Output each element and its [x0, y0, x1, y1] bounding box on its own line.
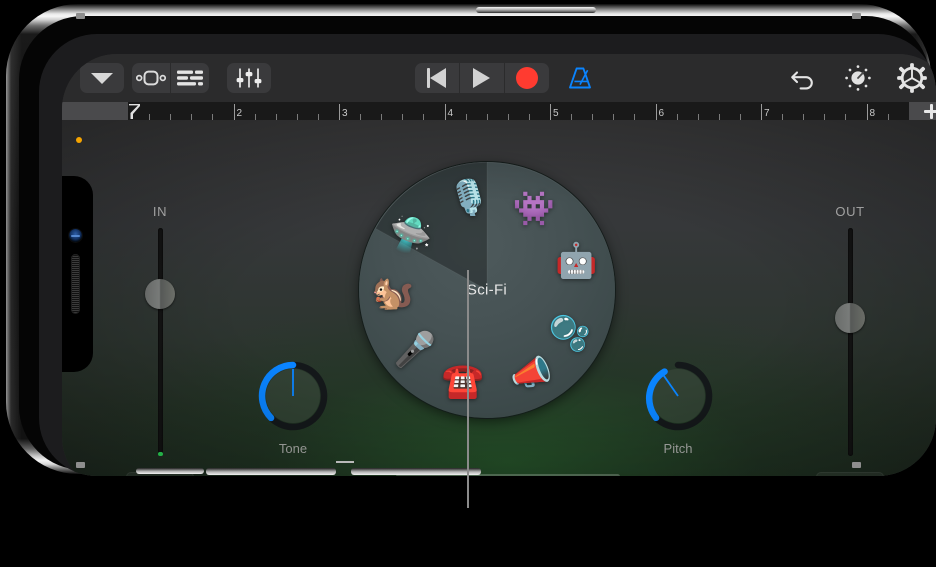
antenna-seam [852, 462, 861, 468]
ruler-left-pad [62, 102, 128, 120]
ruler-bar-label: 4 [447, 108, 454, 119]
app-workspace: IN Mic Channel [62, 120, 936, 476]
volume-up-button[interactable] [206, 468, 336, 475]
input-fader[interactable] [145, 228, 175, 456]
voice-wheel[interactable]: Sci-Fi 🛸 🎙️ 👾 🤖 🫧 📣 ☎️ 🎤 🐿️ [359, 162, 615, 418]
knob-dial-icon [845, 65, 871, 91]
callout-leader-stub [336, 461, 354, 463]
device-screen: 2 3 4 5 6 7 8 IN OUT Sci-Fi 🛸 🎙️ 👾 🤖 🫧 📣 ☎️ 🎤 … [62, 54, 936, 476]
voice-sci-fi[interactable]: 🛸 [388, 212, 434, 258]
power-button[interactable] [476, 7, 596, 13]
volume-down-button[interactable] [351, 468, 481, 475]
callout-leader-line [467, 270, 469, 508]
monitor-toggle-button[interactable]: Off [816, 472, 884, 476]
voice-chipmunk[interactable]: 🐿️ [370, 270, 416, 316]
ruler-track[interactable]: 2 3 4 5 6 7 8 [128, 102, 909, 120]
cycle-range-button[interactable] [132, 63, 170, 93]
sliders-icon [236, 68, 262, 88]
record-icon [515, 67, 538, 89]
earpiece-speaker [71, 254, 80, 314]
front-camera-icon [69, 229, 82, 242]
voice-monster[interactable]: 👾 [511, 186, 557, 232]
antenna-seam [852, 13, 861, 19]
ruler-bar-label: 8 [869, 108, 876, 119]
pitch-knob-label: Pitch [663, 441, 693, 456]
add-track-button[interactable] [909, 102, 936, 120]
input-level-meter [158, 452, 163, 456]
device-bezel: 2 3 4 5 6 7 8 IN OUT Sci-Fi 🛸 🎙️ 👾 🤖 🫧 📣 ☎️ 🎤 … [39, 34, 936, 476]
ruler-bar-label: 2 [236, 108, 243, 119]
playhead-marker[interactable] [128, 102, 140, 120]
output-fader-knob[interactable] [835, 303, 865, 334]
play-button[interactable] [460, 63, 504, 93]
antenna-seam [76, 462, 85, 468]
tone-knob[interactable] [257, 360, 329, 432]
fx-knob-button[interactable] [837, 61, 879, 95]
tone-knob-label: Tone [278, 441, 308, 456]
pitch-knob[interactable] [642, 360, 714, 432]
output-fader[interactable] [835, 228, 865, 456]
device-notch [62, 176, 93, 372]
voice-clean[interactable]: 🎙️ [446, 175, 492, 221]
ruler-bar-label: 3 [342, 108, 348, 119]
output-fader-track [848, 228, 853, 456]
cycle-range-icon [136, 70, 166, 86]
transport-group [414, 63, 549, 93]
antenna-seam [76, 13, 85, 19]
fx-group [227, 63, 271, 93]
tracks-view-button[interactable] [171, 63, 209, 93]
voice-vocal-fx[interactable]: 🎤 [392, 327, 438, 373]
input-channel-strip: IN Mic Channel [112, 204, 208, 476]
rewind-icon [427, 68, 446, 88]
metronome-button[interactable] [559, 61, 601, 95]
output-label: OUT [835, 204, 865, 219]
timeline-ruler: 2 3 4 5 6 7 8 [62, 102, 936, 120]
undo-arrow-icon [791, 71, 813, 90]
ring-silent-switch[interactable] [136, 468, 204, 474]
my-songs-button[interactable] [80, 63, 124, 93]
fx-settings-button[interactable] [227, 63, 271, 93]
gear-icon [897, 63, 927, 93]
voice-robot[interactable]: 🤖 [553, 238, 599, 284]
metronome-icon [568, 67, 591, 89]
ruler-bar-label: 7 [764, 108, 770, 119]
screenshot-stage: 2 3 4 5 6 7 8 IN OUT Sci-Fi 🛸 🎙️ 👾 🤖 🫧 📣 ☎️ 🎤 … [0, 0, 936, 567]
garageband-app: 2 3 4 5 6 7 8 IN OUT Sci-Fi 🛸 🎙️ 👾 🤖 🫧 📣 ☎️ 🎤 … [62, 54, 936, 476]
plus-icon [923, 103, 936, 119]
ruler-bar-label: 5 [553, 108, 559, 119]
input-label: IN [152, 204, 168, 219]
rewind-button[interactable] [415, 63, 459, 93]
settings-button[interactable] [891, 61, 933, 95]
input-fader-knob[interactable] [145, 279, 175, 310]
output-channel-strip: OUT Off Monitor [802, 204, 898, 476]
my-songs-group [80, 63, 124, 93]
device-frame-band: 2 3 4 5 6 7 8 IN OUT Sci-Fi 🛸 🎙️ 👾 🤖 🫧 📣 ☎️ 🎤 … [19, 16, 936, 476]
input-fader-track [158, 228, 163, 456]
chevron-down-icon [91, 72, 113, 84]
view-toggle-group [132, 63, 209, 93]
voice-telephone[interactable]: ☎️ [440, 358, 486, 404]
recording-indicator-dot [76, 137, 82, 143]
pitch-knob-group: Pitch [635, 360, 721, 456]
ruler-bar-label: 6 [658, 108, 665, 119]
undo-button[interactable] [783, 61, 825, 95]
app-toolbar [62, 54, 936, 102]
play-icon [473, 68, 490, 88]
tracks-list-icon [177, 70, 203, 86]
voice-megaphone[interactable]: 📣 [508, 350, 554, 396]
record-button[interactable] [505, 63, 549, 93]
tone-knob-group: Tone [250, 360, 336, 456]
